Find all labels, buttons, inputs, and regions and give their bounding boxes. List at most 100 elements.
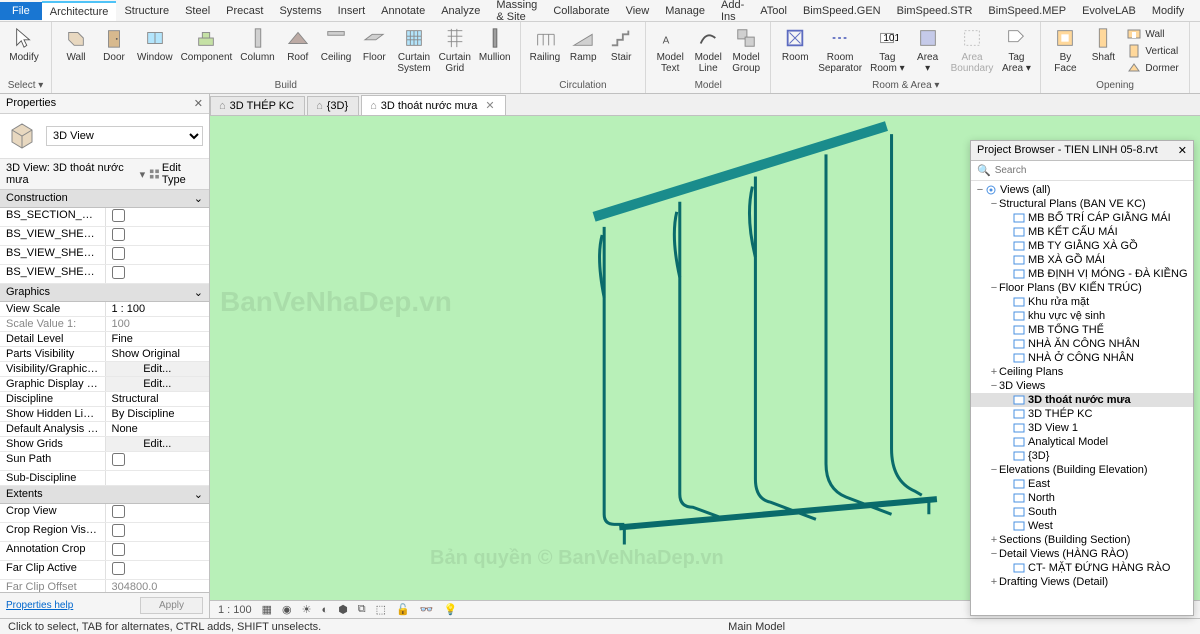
prop-checkbox[interactable]	[112, 543, 125, 556]
tree-row[interactable]: −Elevations (Building Elevation)	[971, 463, 1193, 477]
prop-group-header[interactable]: Extents⌄	[0, 486, 209, 504]
prop-checkbox[interactable]	[112, 505, 125, 518]
prop-value[interactable]: 100	[105, 317, 210, 331]
tree-row[interactable]: −Structural Plans (BAN VE KC)	[971, 197, 1193, 211]
expand-icon[interactable]: +	[989, 576, 999, 588]
tree-row[interactable]: +Ceiling Plans	[971, 365, 1193, 379]
detail-level-icon[interactable]: ▦	[262, 603, 272, 616]
prop-value[interactable]: Structural	[105, 392, 210, 406]
ribbon-tab-file[interactable]: File	[0, 2, 42, 20]
model-group-tool[interactable]: Model Group	[728, 24, 764, 76]
prop-value[interactable]	[105, 246, 210, 264]
prop-value[interactable]	[105, 504, 210, 522]
ribbon-tab-view[interactable]: View	[618, 2, 658, 20]
railing-tool[interactable]: Railing	[527, 24, 564, 65]
crop-icon[interactable]: ⧉	[358, 603, 366, 616]
prop-checkbox[interactable]	[112, 228, 125, 241]
ceiling-tool[interactable]: Ceiling	[318, 24, 355, 65]
scale-display[interactable]: 1 : 100	[218, 604, 252, 616]
tree-row[interactable]: 3D THÉP KC	[971, 407, 1193, 421]
expand-icon[interactable]: −	[989, 464, 999, 476]
ribbon-tab-bimspeedmep[interactable]: BimSpeed.MEP	[980, 2, 1074, 20]
close-tab-icon[interactable]: ✕	[485, 99, 494, 112]
ribbon-tab-atool[interactable]: ATool	[752, 2, 795, 20]
ribbon-tab-steel[interactable]: Steel	[177, 2, 218, 20]
expand-icon[interactable]: −	[989, 282, 999, 294]
shadows-icon[interactable]: ◐	[322, 604, 329, 616]
ribbon-tab-structure[interactable]: Structure	[116, 2, 177, 20]
tree-row[interactable]: MB BỐ TRÍ CÁP GIẰNG MÁI	[971, 211, 1193, 225]
stair-tool[interactable]: Stair	[603, 24, 639, 65]
shaft-tool[interactable]: Shaft	[1085, 24, 1121, 65]
prop-value[interactable]: Edit...	[105, 437, 210, 451]
tree-row[interactable]: 3D View 1	[971, 421, 1193, 435]
prop-value[interactable]: By Discipline	[105, 407, 210, 421]
reveal-icon[interactable]: 💡	[443, 603, 457, 616]
tree-row[interactable]: khu vực vệ sinh	[971, 309, 1193, 323]
ribbon-tab-precast[interactable]: Precast	[218, 2, 271, 20]
ribbon-tab-insert[interactable]: Insert	[330, 2, 374, 20]
floor-tool[interactable]: Floor	[356, 24, 392, 65]
prop-value[interactable]	[105, 227, 210, 245]
area-tool[interactable]: Area ▾	[910, 24, 946, 76]
tree-row[interactable]: NHÀ ĂN CÔNG NHÂN	[971, 337, 1193, 351]
ribbon-tab-annotate[interactable]: Annotate	[373, 2, 433, 20]
prop-checkbox[interactable]	[112, 266, 125, 279]
edit-type-button[interactable]: Edit Type	[149, 162, 203, 186]
prop-value[interactable]: 304800.0	[105, 580, 210, 592]
tag_room-tool[interactable]: 101Tag Room ▾	[867, 24, 907, 76]
prop-value[interactable]: 1 : 100	[105, 302, 210, 316]
search-input[interactable]	[995, 165, 1187, 176]
temp-hide-icon[interactable]: 👓	[420, 603, 434, 616]
expand-icon[interactable]: +	[989, 366, 999, 378]
model-line-tool[interactable]: Model Line	[690, 24, 726, 76]
mullion-tool[interactable]: Mullion	[476, 24, 514, 65]
ribbon-tab-bimspeedstr[interactable]: BimSpeed.STR	[889, 2, 981, 20]
wall-opening-tool[interactable]: Wall	[1123, 26, 1182, 42]
tree-row[interactable]: −Floor Plans (BV KIẾN TRÚC)	[971, 281, 1193, 295]
sun-path-icon[interactable]: ☀	[302, 603, 312, 616]
column-tool[interactable]: Column	[237, 24, 277, 65]
ribbon-tab-architecture[interactable]: Architecture	[42, 1, 117, 21]
doc-tab[interactable]: ⌂3D THÉP KC	[210, 96, 305, 115]
tree-row[interactable]: MB TY GIẰNG XÀ GỒ	[971, 239, 1193, 253]
ribbon-tab-evolvelab[interactable]: EvolveLAB	[1074, 2, 1144, 20]
tree-row[interactable]: Analytical Model	[971, 435, 1193, 449]
prop-checkbox[interactable]	[112, 209, 125, 222]
tree-row[interactable]: −Detail Views (HÀNG RÀO)	[971, 547, 1193, 561]
vertical-opening-tool[interactable]: Vertical	[1123, 43, 1182, 59]
close-icon[interactable]: ✕	[194, 97, 203, 110]
prop-value[interactable]	[105, 561, 210, 579]
tree-row[interactable]: MB ĐỊNH VỊ MÓNG - ĐÀ KIỀNG	[971, 267, 1193, 281]
tree-row[interactable]: +Sections (Building Section)	[971, 533, 1193, 547]
tree-row[interactable]: NHÀ Ở CÔNG NHÂN	[971, 351, 1193, 365]
expand-icon[interactable]: −	[989, 548, 999, 560]
visual-style-icon[interactable]: ◉	[282, 603, 292, 616]
ramp-tool[interactable]: Ramp	[565, 24, 601, 65]
tree-row[interactable]: {3D}	[971, 449, 1193, 463]
prop-checkbox[interactable]	[112, 247, 125, 260]
expand-icon[interactable]: +	[989, 534, 999, 546]
room-tool[interactable]: Room	[777, 24, 813, 65]
tree-row[interactable]: MB XÀ GỒ MÁI	[971, 253, 1193, 267]
prop-checkbox[interactable]	[112, 453, 125, 466]
prop-value[interactable]	[105, 471, 210, 485]
wall-tool[interactable]: Wall	[58, 24, 94, 65]
ribbon-tab-bimspeedgen[interactable]: BimSpeed.GEN	[795, 2, 889, 20]
doc-tab[interactable]: ⌂3D thoát nước mưa✕	[361, 95, 505, 115]
prop-value[interactable]	[105, 265, 210, 283]
expand-icon[interactable]: −	[989, 380, 999, 392]
modify-tool[interactable]: Modify	[6, 24, 42, 65]
ribbon-tab-modify[interactable]: Modify	[1144, 2, 1192, 20]
door-tool[interactable]: Door	[96, 24, 132, 65]
prop-value[interactable]: Edit...	[105, 362, 210, 376]
by-face-tool[interactable]: By Face	[1047, 24, 1083, 76]
dormer-tool[interactable]: Dormer	[1123, 60, 1182, 76]
apply-button[interactable]: Apply	[140, 597, 203, 614]
close-icon[interactable]: ✕	[1178, 144, 1187, 157]
curtain_grid-tool[interactable]: Curtain Grid	[436, 24, 474, 76]
curtain_system-tool[interactable]: Curtain System	[394, 24, 433, 76]
model-text-tool[interactable]: AModel Text	[652, 24, 688, 76]
tree-row[interactable]: East	[971, 477, 1193, 491]
expand-icon[interactable]: −	[975, 184, 985, 196]
